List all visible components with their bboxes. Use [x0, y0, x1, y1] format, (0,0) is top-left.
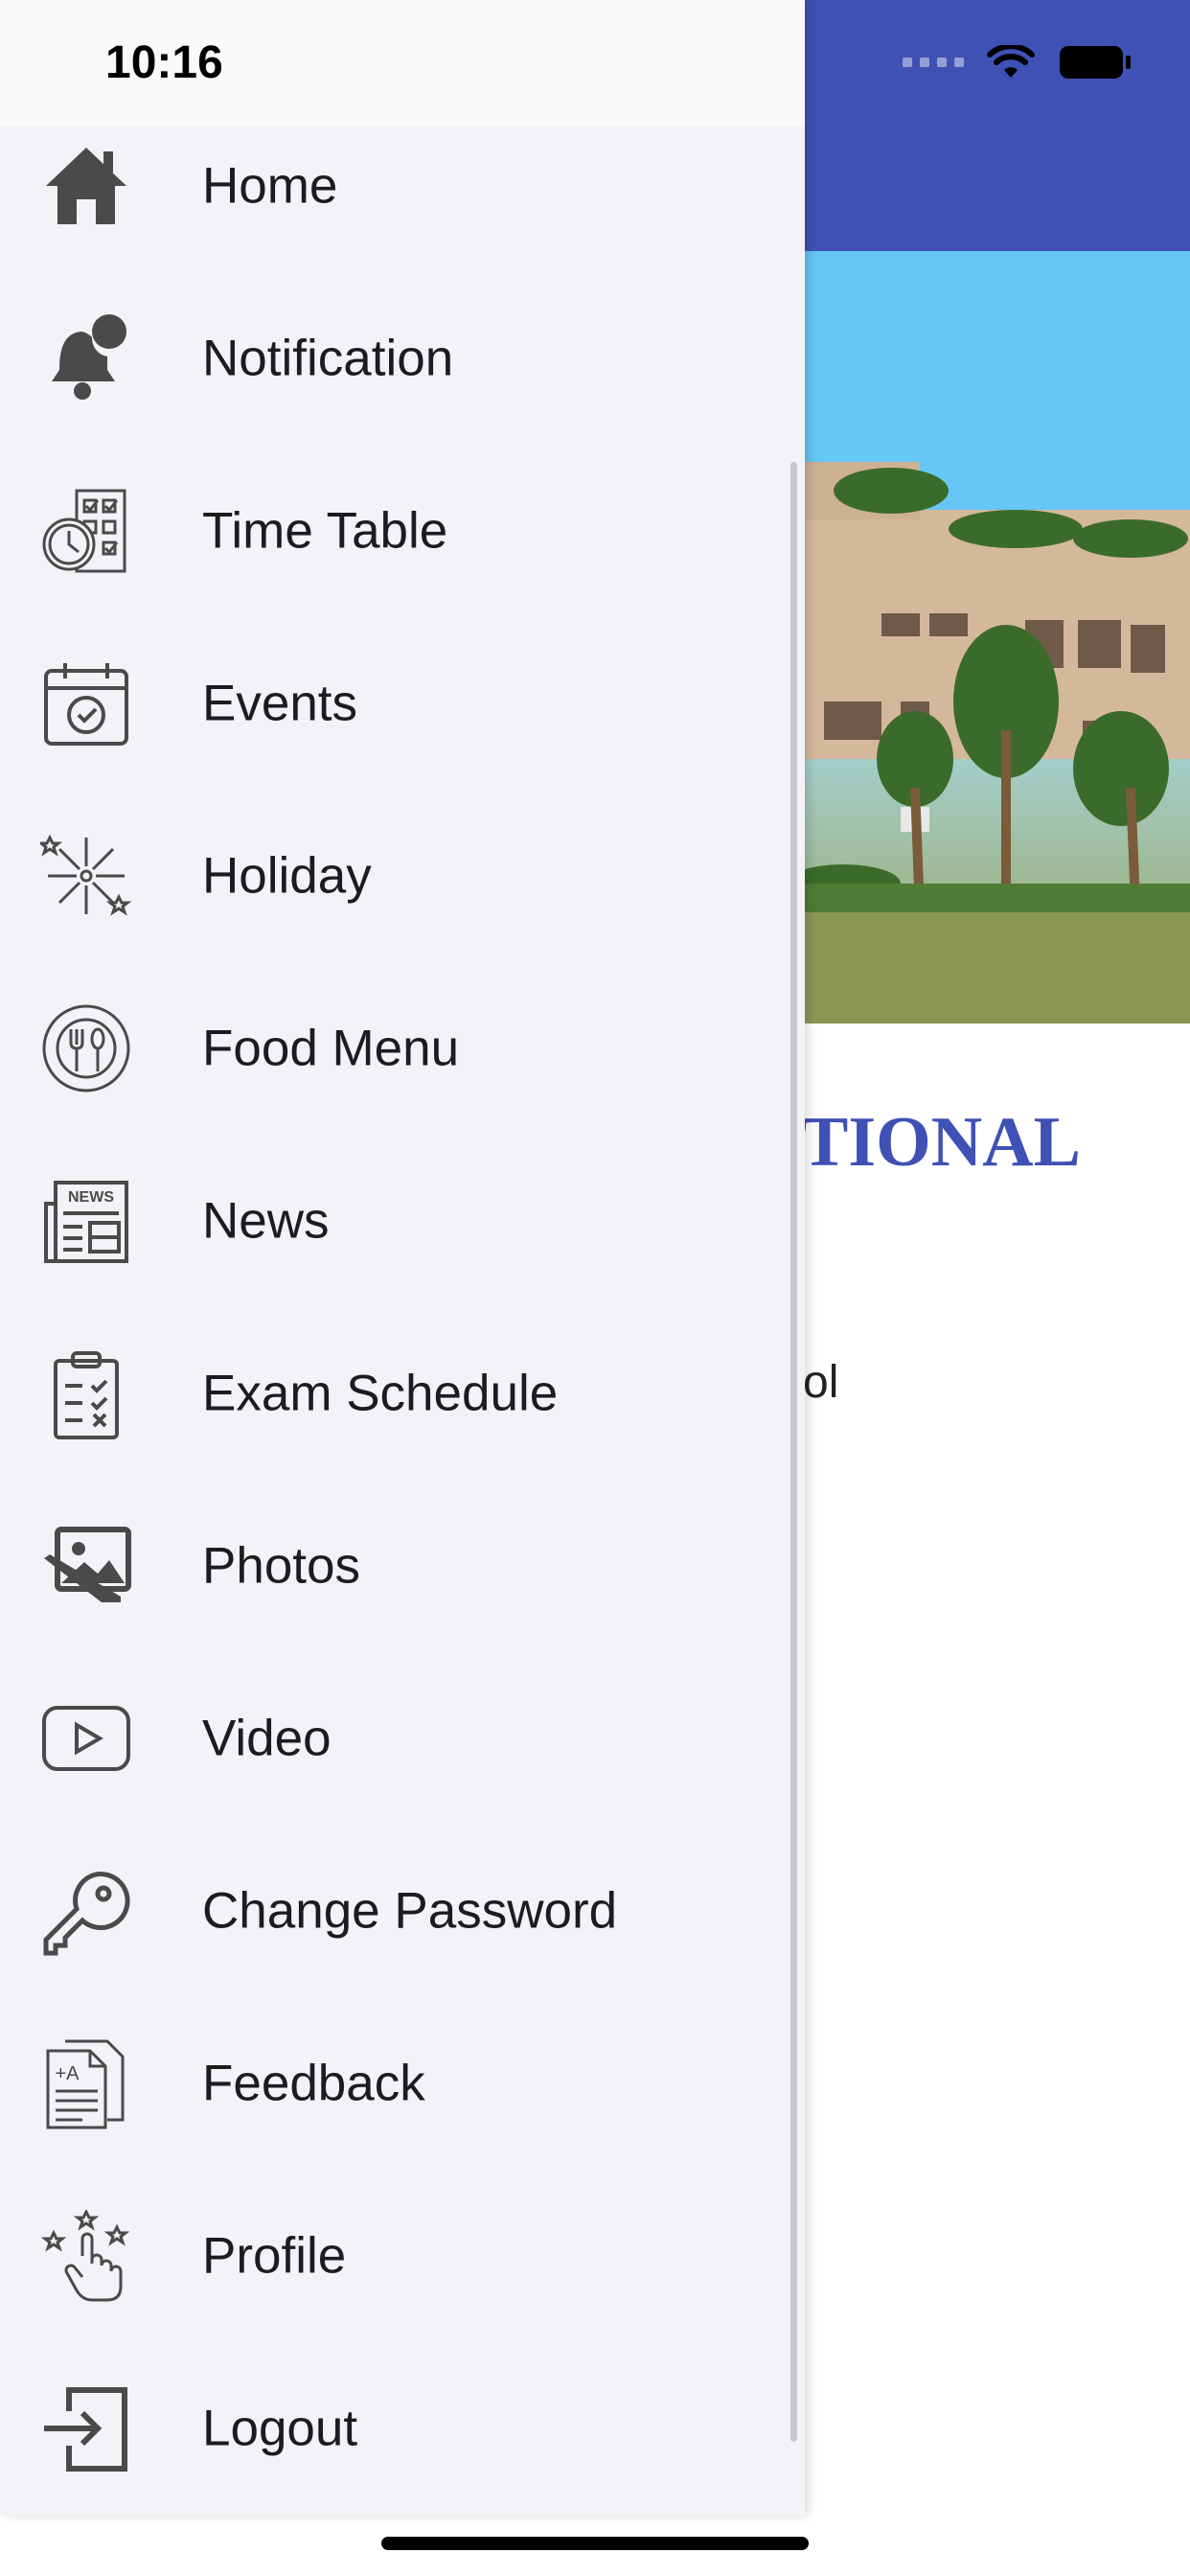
logout-icon [38, 2380, 134, 2476]
menu-label-photos: Photos [202, 1537, 361, 1595]
menu-item-notification[interactable]: Notification [0, 272, 805, 445]
menu-label-food-menu: Food Menu [202, 1020, 460, 1077]
food-icon [38, 1000, 134, 1096]
menu-item-events[interactable]: Events [0, 617, 805, 790]
svg-text:NEWS: NEWS [68, 1189, 114, 1206]
menu-label-change-password: Change Password [202, 1882, 618, 1940]
menu-label-home: Home [202, 157, 338, 215]
menu-item-profile[interactable]: Profile [0, 2170, 805, 2342]
menu-label-video: Video [202, 1710, 332, 1767]
menu-label-time-table: Time Table [202, 502, 448, 560]
cellular-signal-icon [903, 58, 964, 67]
newspaper-icon: NEWS [38, 1173, 134, 1269]
home-icon [38, 138, 134, 234]
battery-icon [1060, 46, 1131, 79]
wifi-icon [987, 45, 1035, 78]
menu-item-exam-schedule[interactable]: Exam Schedule [0, 1307, 805, 1480]
menu-item-change-password[interactable]: Change Password [0, 1825, 805, 1997]
menu-item-logout[interactable]: Logout [0, 2342, 805, 2515]
home-indicator[interactable] [381, 2537, 809, 2550]
navigation-drawer: 10:16 Home Notification Time Table Event… [0, 0, 805, 2516]
calendar-icon [38, 656, 134, 751]
drawer-scrollbar[interactable] [790, 462, 797, 2442]
menu-item-video[interactable]: Video [0, 1652, 805, 1825]
clipboard-icon [38, 1346, 134, 1441]
school-subtitle: ol [803, 1357, 839, 1408]
menu-item-holiday[interactable]: Holiday [0, 790, 805, 962]
feedback-icon: +A [38, 2036, 134, 2131]
fireworks-icon [38, 828, 134, 924]
menu-label-notification: Notification [202, 330, 454, 387]
status-icons [903, 44, 1133, 80]
key-icon [38, 1863, 134, 1959]
timetable-icon [38, 483, 134, 579]
menu-item-feedback[interactable]: +A Feedback [0, 1997, 805, 2170]
menu-label-news: News [202, 1192, 330, 1250]
drawer-menu: Home Notification Time Table Events Holi [0, 100, 805, 2515]
photos-icon [38, 1518, 134, 1614]
menu-item-home[interactable]: Home [0, 100, 805, 272]
menu-label-holiday: Holiday [202, 847, 372, 905]
school-title: TIONAL [801, 1103, 1081, 1182]
menu-item-food-menu[interactable]: Food Menu [0, 962, 805, 1135]
menu-label-exam-schedule: Exam Schedule [202, 1365, 559, 1422]
menu-item-photos[interactable]: Photos [0, 1480, 805, 1652]
svg-text:+A: +A [55, 2063, 80, 2084]
menu-item-time-table[interactable]: Time Table [0, 445, 805, 617]
menu-label-profile: Profile [202, 2227, 347, 2285]
status-time: 10:16 [105, 37, 223, 88]
video-icon [38, 1690, 134, 1786]
bell-icon [38, 310, 134, 406]
menu-item-news[interactable]: NEWS News [0, 1135, 805, 1307]
menu-label-events: Events [202, 675, 358, 732]
menu-label-feedback: Feedback [202, 2055, 425, 2112]
profile-icon [38, 2208, 134, 2304]
menu-label-logout: Logout [202, 2400, 358, 2457]
